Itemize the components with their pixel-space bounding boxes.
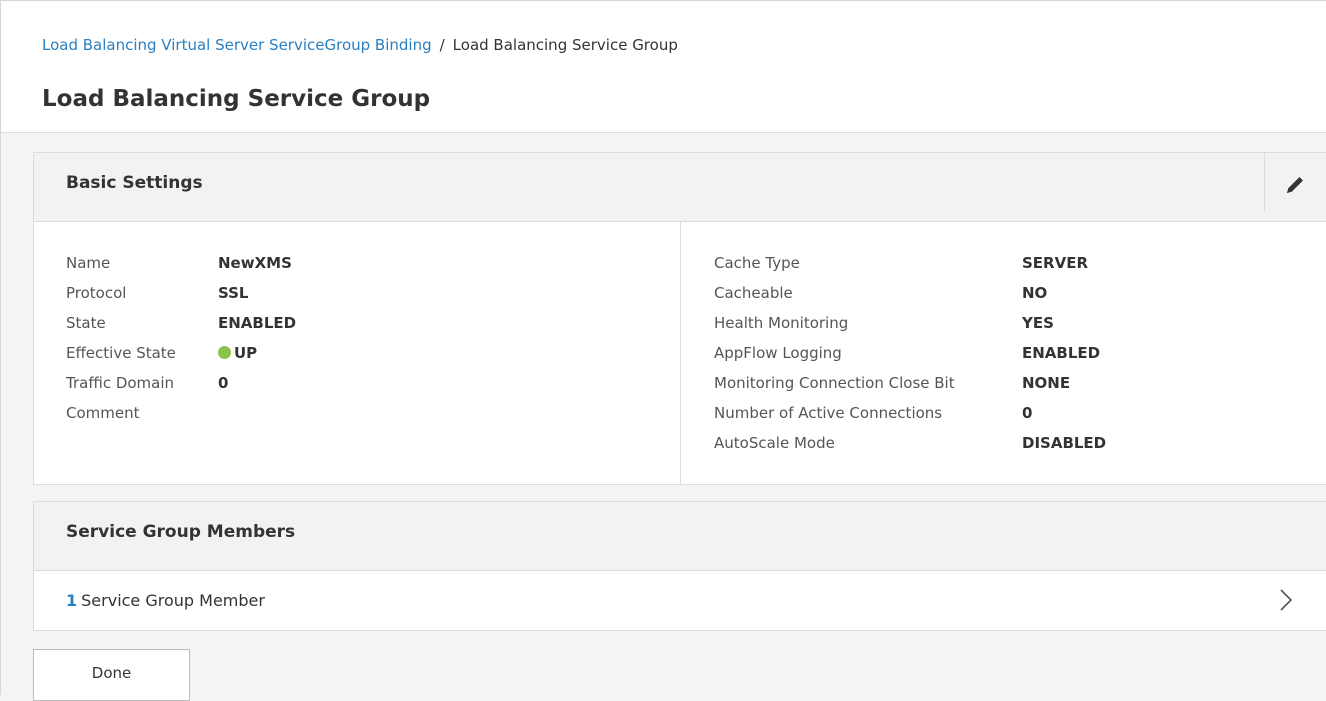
breadcrumb-current: Load Balancing Service Group [452, 36, 678, 54]
prop-label: Protocol [66, 284, 127, 302]
status-text: UP [234, 344, 258, 362]
done-button[interactable]: Done [33, 649, 190, 701]
basic-settings-title: Basic Settings [66, 173, 203, 193]
prop-label: Number of Active Connections [714, 404, 943, 422]
basic-settings-panel: Basic Settings Name NewXMS Protocol SSL … [33, 152, 1326, 485]
member-label: Service Group Member [81, 591, 265, 610]
prop-value: DISABLED [1022, 434, 1107, 452]
prop-value: SERVER [1022, 254, 1089, 272]
breadcrumb: Load Balancing Virtual Server ServiceGro… [42, 36, 678, 54]
prop-label: Effective State [66, 344, 176, 362]
edit-basic-settings-button[interactable] [1274, 165, 1316, 205]
page-title: Load Balancing Service Group [42, 86, 431, 112]
prop-label: Cacheable [714, 284, 793, 302]
edit-divider [1264, 153, 1265, 212]
prop-value: 0 [1022, 404, 1033, 422]
member-count: 1 [66, 591, 78, 610]
prop-value: ENABLED [1022, 344, 1101, 362]
prop-label: Monitoring Connection Close Bit [714, 374, 955, 392]
prop-value: NewXMS [218, 254, 292, 272]
member-summary: 1 Service Group Member [66, 591, 265, 610]
breadcrumb-separator: / [439, 36, 445, 54]
prop-value: SSL [218, 284, 249, 302]
breadcrumb-link-lb-vserver-binding[interactable]: Load Balancing Virtual Server ServiceGro… [42, 36, 432, 54]
prop-label: AutoScale Mode [714, 434, 835, 452]
service-group-members-panel: Service Group Members 1 Service Group Mem… [33, 501, 1326, 631]
basic-settings-header: Basic Settings [34, 153, 1326, 222]
prop-label: Traffic Domain [66, 374, 175, 392]
prop-value: YES [1022, 314, 1054, 332]
status-up-dot-icon [218, 346, 231, 359]
prop-value: 0 [218, 374, 229, 392]
prop-value: NONE [1022, 374, 1071, 392]
pencil-icon [1287, 177, 1303, 193]
prop-label: Health Monitoring [714, 314, 849, 332]
prop-value: ENABLED [218, 314, 297, 332]
prop-label: Name [66, 254, 111, 272]
prop-label: AppFlow Logging [714, 344, 842, 362]
column-divider [680, 222, 681, 485]
service-group-members-title: Service Group Members [66, 522, 296, 542]
prop-label: Cache Type [714, 254, 800, 272]
prop-label: State [66, 314, 106, 332]
prop-value: NO [1022, 284, 1048, 302]
service-group-members-header: Service Group Members [34, 502, 1326, 571]
service-group-member-row[interactable]: 1 Service Group Member [34, 571, 1326, 631]
chevron-right-icon[interactable] [1279, 588, 1293, 612]
prop-value-status: UP [218, 344, 257, 362]
page-header: Load Balancing Virtual Server ServiceGro… [1, 1, 1326, 133]
prop-label: Comment [66, 404, 140, 422]
